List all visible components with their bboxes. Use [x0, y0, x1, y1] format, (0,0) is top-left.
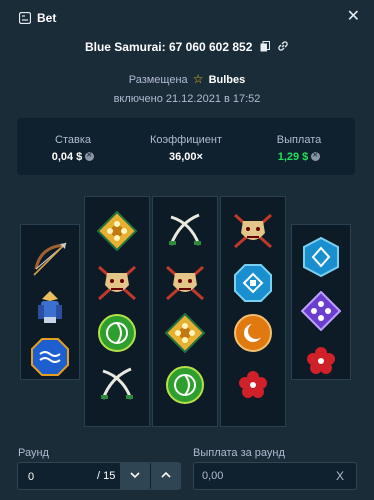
- stat-multiplier: Коэффициент 36,00×: [130, 118, 242, 175]
- stat-bet: Ставка 0,04 $: [17, 118, 129, 175]
- modal-header: Bet ✕: [0, 0, 374, 36]
- samurai-armor-icon: [38, 291, 62, 323]
- red-flower-token-icon: [239, 371, 267, 398]
- crossed-blades-icon: [169, 213, 201, 246]
- close-icon[interactable]: ✕: [347, 9, 360, 25]
- round-payout-value: 0,00: [202, 470, 224, 482]
- purple-dots-token-icon: [301, 291, 341, 331]
- slot-board: [0, 196, 374, 427]
- placed-by: Размещена ☆ Bulbes: [0, 72, 374, 86]
- link-icon[interactable]: [277, 40, 289, 55]
- round-payout-field: 0,00 X: [193, 462, 357, 490]
- stat-value: 0,04 $: [17, 151, 129, 163]
- green-swirl-token-icon: [98, 314, 136, 352]
- stat-label: Ставка: [55, 134, 91, 146]
- reel-5: [291, 224, 351, 380]
- bet-id: Blue Samurai: 67 060 602 852: [84, 40, 253, 54]
- star-icon: ☆: [192, 72, 204, 86]
- dice-bet-icon: [19, 12, 31, 24]
- placed-prefix: Размещена: [128, 74, 188, 86]
- chevron-down-icon: [130, 472, 140, 479]
- round-down-button[interactable]: [120, 463, 150, 489]
- round-up-button[interactable]: [151, 463, 181, 489]
- gold-flower-token-icon: [165, 313, 205, 353]
- stat-value: 36,00×: [169, 151, 203, 163]
- round-label: Раунд: [18, 447, 49, 459]
- round-payout-clear[interactable]: X: [336, 469, 344, 483]
- bet-id-row: Blue Samurai: 67 060 602 852: [0, 40, 374, 55]
- reel-1: [20, 224, 80, 380]
- green-swirl-token-icon: [166, 366, 204, 404]
- samurai-mask-icon: [98, 265, 136, 301]
- blue-wave-token-icon: [31, 338, 69, 376]
- samurai-mask-icon: [166, 265, 204, 301]
- reel-2: [84, 196, 150, 427]
- reel-4: [220, 196, 286, 427]
- samurai-mask-icon: [234, 213, 272, 249]
- copy-icon[interactable]: [260, 40, 270, 55]
- placed-date: включено 21.12.2021 в 17:52: [113, 93, 261, 105]
- stat-label: Коэффициент: [149, 134, 223, 146]
- round-input[interactable]: [26, 470, 100, 484]
- stat-value: 1,29 $: [243, 151, 355, 163]
- username-link[interactable]: Bulbes: [209, 74, 246, 86]
- blue-diamond-token-icon: [234, 264, 272, 302]
- orange-moon-token-icon: [234, 314, 272, 352]
- round-field: / 15: [17, 462, 181, 490]
- currency-icon: [85, 151, 95, 161]
- gold-flower-token-icon: [97, 211, 137, 251]
- bow-arrow-icon: [33, 242, 67, 276]
- round-payout-label: Выплата за раунд: [193, 447, 285, 459]
- round-total: / 15: [97, 470, 116, 482]
- chevron-up-icon: [161, 471, 171, 478]
- crossed-blades-icon: [101, 367, 133, 400]
- red-flower-token-icon: [307, 347, 335, 374]
- stat-label: Выплата: [276, 134, 322, 146]
- modal-title: Bet: [37, 11, 57, 25]
- stat-payout: Выплата 1,29 $: [243, 118, 355, 175]
- blue-hexagon-token-icon: [303, 237, 339, 277]
- currency-icon: [311, 151, 321, 161]
- reel-3: [152, 196, 218, 427]
- bet-stats: Ставка 0,04 $ Коэффициент 36,00× Выплата…: [17, 118, 355, 175]
